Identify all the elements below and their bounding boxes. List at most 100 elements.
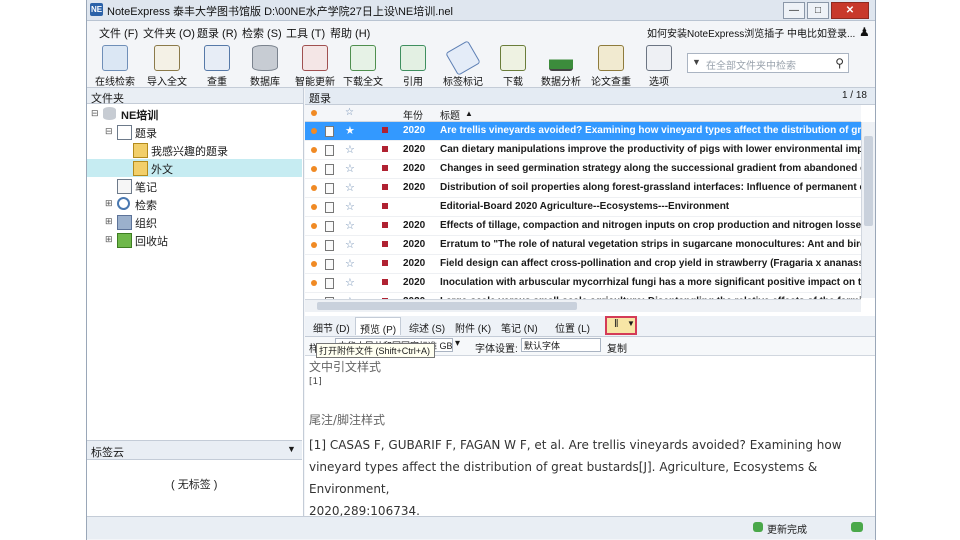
flag-icon [382, 222, 388, 228]
priority-dot-icon [311, 242, 317, 248]
chevron-down-icon[interactable]: ▼ [627, 319, 635, 328]
tree-item-search[interactable]: ⊞ 检索 [87, 195, 302, 213]
user-icon[interactable]: ♟ [859, 25, 870, 39]
minimize-button[interactable]: — [783, 2, 805, 19]
scroll-thumb[interactable] [317, 302, 577, 310]
table-row[interactable]: ☆ 2020 Inoculation with arbuscular mycor… [305, 274, 861, 293]
in-text-citation-value: [1] [309, 377, 322, 387]
flag-icon [382, 184, 388, 190]
download-fulltext-button[interactable]: 下载全文 [341, 45, 385, 88]
folder-sidebar: 文件夹 ⊟ NE培训 ⊟ 题录 我感兴趣的题录 外文 笔记 ⊞ 检索 ⊞ 组织 … [87, 88, 304, 516]
search-icon [117, 197, 130, 210]
menu-file[interactable]: 文件 (F) [99, 25, 138, 41]
star-icon[interactable]: ☆ [345, 219, 355, 232]
maximize-button[interactable]: □ [807, 2, 829, 19]
menu-help[interactable]: 帮助 (H) [330, 25, 370, 41]
priority-dot-icon [311, 185, 317, 191]
tag-mark-button[interactable]: 标签标记 [441, 40, 485, 88]
paper-check-button[interactable]: 论文查重 [589, 45, 633, 88]
collapse-icon[interactable]: ⊟ [91, 108, 99, 119]
duplicate-check-button[interactable]: 查重 [195, 45, 239, 88]
folder-search-box[interactable]: ▼ 在全部文件夹中检索 ⚲ [687, 53, 849, 73]
no-tag-text: ( 无标签 ) [171, 479, 218, 491]
expand-icon[interactable]: ⊞ [105, 234, 113, 245]
database-button[interactable]: 数据库 [243, 45, 287, 88]
smart-update-icon [302, 45, 328, 71]
cite-button[interactable]: 引用 [391, 45, 435, 88]
priority-dot-icon [311, 280, 317, 286]
flag-icon [382, 241, 388, 247]
table-row[interactable]: ☆ 2020 Can dietary manipulations improve… [305, 141, 861, 160]
browser-plugin-link[interactable]: 如何安装NoteExpress浏览插子 [647, 25, 784, 40]
flag-icon [382, 165, 388, 171]
close-button[interactable]: ✕ [831, 2, 869, 19]
sync-icon[interactable] [851, 522, 863, 532]
column-title[interactable]: 标题 [440, 107, 460, 122]
table-row[interactable]: ☆ 2020 Changes in seed germination strat… [305, 160, 861, 179]
collapse-icon[interactable]: ⊟ [105, 126, 113, 137]
tree-item-organize[interactable]: ⊞ 组织 [87, 213, 302, 231]
expand-icon[interactable]: ⊞ [105, 198, 113, 209]
tab-summary[interactable]: 综述 (S) [405, 319, 449, 336]
style-dropdown-icon[interactable]: ▾ [455, 338, 460, 349]
open-attachment-button[interactable]: ‖ ▼ [605, 316, 637, 335]
tree-item-interested-records[interactable]: 我感兴趣的题录 [87, 141, 302, 159]
menu-tools[interactable]: 工具 (T) [286, 25, 325, 41]
records-vertical-scrollbar[interactable] [861, 122, 875, 298]
priority-column-icon[interactable] [311, 110, 317, 116]
tab-notes[interactable]: 笔记 (N) [497, 319, 542, 336]
menu-search[interactable]: 检索 (S) [242, 25, 282, 41]
copy-button[interactable]: 复制 [607, 340, 627, 355]
star-icon[interactable]: ☆ [345, 276, 355, 289]
column-year[interactable]: 年份 [403, 107, 423, 122]
tab-location[interactable]: 位置 (L) [551, 319, 594, 336]
login-link[interactable]: 中电比如登录... [787, 25, 855, 40]
search-scope-dropdown-icon[interactable]: ▼ [692, 57, 701, 67]
records-horizontal-scrollbar[interactable] [305, 299, 861, 312]
tab-attachments[interactable]: 附件 (K) [451, 319, 495, 336]
tag-cloud-dropdown-icon[interactable]: ▼ [287, 444, 296, 454]
search-placeholder: 在全部文件夹中检索 [706, 61, 796, 72]
font-select[interactable]: 默认字体 [521, 338, 601, 352]
star-icon[interactable]: ☆ [345, 162, 355, 175]
scroll-thumb[interactable] [864, 136, 873, 226]
tree-item-notes[interactable]: 笔记 [87, 177, 302, 195]
options-button[interactable]: 选项 [637, 45, 681, 88]
star-icon[interactable]: ★ [345, 124, 355, 137]
table-row[interactable]: ☆ 2020 Effects of tillage, compaction an… [305, 217, 861, 236]
document-icon [325, 202, 334, 213]
document-icon [325, 259, 334, 270]
tag-icon [445, 40, 481, 76]
download-button[interactable]: 下载 [491, 45, 535, 88]
tree-item-recycle[interactable]: ⊞ 回收站 [87, 231, 302, 249]
star-icon[interactable]: ☆ [345, 200, 355, 213]
smart-update-button[interactable]: 智能更新 [293, 45, 337, 88]
menu-folder[interactable]: 文件夹 (O) [143, 25, 195, 41]
table-row[interactable]: ☆ 2020 Erratum to "The role of natural v… [305, 236, 861, 255]
flag-icon [382, 203, 388, 209]
table-row[interactable]: ☆ Editorial-Board 2020 Agriculture--Ecos… [305, 198, 861, 217]
star-icon[interactable]: ☆ [345, 257, 355, 270]
star-icon[interactable]: ☆ [345, 238, 355, 251]
star-column-icon[interactable]: ☆ [345, 107, 354, 118]
star-icon[interactable]: ☆ [345, 143, 355, 156]
table-row[interactable]: ☆ 2020 Field design can affect cross-pol… [305, 255, 861, 274]
table-row[interactable]: ☆ 2020 Distribution of soil properties a… [305, 179, 861, 198]
star-icon[interactable]: ☆ [345, 181, 355, 194]
tree-item-ne-library[interactable]: ⊟ NE培训 [87, 105, 302, 123]
expand-icon[interactable]: ⊞ [105, 216, 113, 227]
tree-item-records[interactable]: ⊟ 题录 [87, 123, 302, 141]
online-search-button[interactable]: 在线检索 [93, 45, 137, 88]
citation-preview: 文中引文样式 [1] 尾注/脚注样式 [1] CASAS F, GUBARIF … [309, 358, 869, 522]
tab-details[interactable]: 细节 (D) [309, 319, 354, 336]
search-icon[interactable]: ⚲ [835, 56, 844, 70]
data-analysis-button[interactable]: 数据分析 [539, 45, 583, 88]
import-fulltext-button[interactable]: 导入全文 [145, 45, 189, 88]
database-icon [103, 107, 116, 120]
table-row[interactable]: ★ 2020 Are trellis vineyards avoided? Ex… [305, 122, 861, 141]
recycle-icon [117, 233, 132, 248]
import-document-icon [154, 45, 180, 71]
menu-records[interactable]: 题录 (R) [197, 25, 237, 41]
tree-item-foreign[interactable]: 外文 [87, 159, 302, 177]
tab-preview[interactable]: 预览 (P) [355, 317, 402, 336]
